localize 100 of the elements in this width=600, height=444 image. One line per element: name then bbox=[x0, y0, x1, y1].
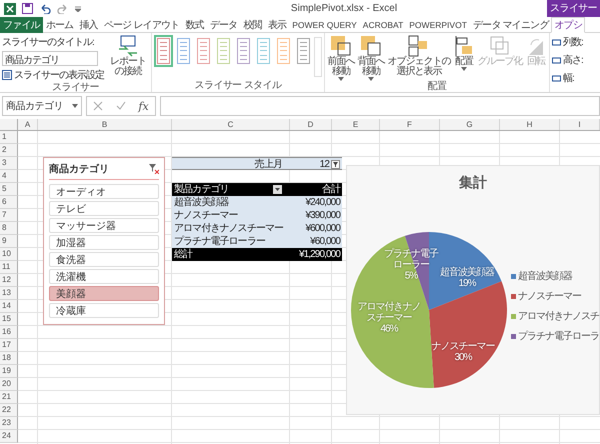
filter-value[interactable]: 12 bbox=[284, 158, 342, 171]
ribbon-tab[interactable]: ACROBAT bbox=[360, 17, 406, 33]
dropdown-icon[interactable] bbox=[273, 185, 282, 194]
row-header[interactable]: 4 bbox=[0, 170, 18, 183]
ribbon-tab[interactable]: ホーム bbox=[42, 17, 76, 33]
arrange-button[interactable]: 背面へ移動 bbox=[357, 35, 385, 81]
data-label: 超音波美顔器 19% bbox=[439, 267, 496, 289]
save-icon[interactable] bbox=[22, 3, 33, 14]
ribbon-tab[interactable]: ファイル bbox=[0, 17, 43, 33]
caret-icon bbox=[368, 77, 374, 81]
column-header[interactable]: F bbox=[380, 119, 440, 130]
slicer-item[interactable]: 美顔器 bbox=[49, 286, 159, 301]
caption-label: スライサーのタイトル: bbox=[2, 36, 95, 49]
row-header[interactable]: 17 bbox=[0, 339, 18, 352]
legend-label: 超音波美顔器 bbox=[518, 270, 572, 283]
column-header[interactable]: G bbox=[440, 119, 500, 130]
row-header[interactable]: 1 bbox=[0, 131, 18, 144]
row-header[interactable]: 24 bbox=[0, 430, 18, 443]
ribbon-tab[interactable]: 表示 bbox=[264, 17, 290, 33]
slicer-style-swatch[interactable] bbox=[174, 35, 193, 67]
window-title: SimplePivot.xlsx - Excel bbox=[290, 3, 398, 14]
row-header[interactable]: 18 bbox=[0, 352, 18, 365]
filter-icon[interactable] bbox=[331, 160, 340, 169]
row-header[interactable]: 6 bbox=[0, 196, 18, 209]
slicer-settings-button[interactable]: スライサーの表示設定 bbox=[14, 68, 104, 82]
column-header[interactable]: C bbox=[172, 119, 290, 130]
slicer-style-swatch[interactable] bbox=[194, 35, 213, 67]
row-header[interactable]: 21 bbox=[0, 391, 18, 404]
slicer-style-swatch[interactable] bbox=[274, 35, 293, 67]
row-header[interactable]: 10 bbox=[0, 248, 18, 261]
ribbon-tab[interactable]: データ bbox=[206, 17, 240, 33]
table-cell-text: ¥600,000 bbox=[304, 222, 342, 235]
size-label: 高さ: bbox=[563, 54, 583, 67]
slicer-item[interactable]: オーディオ bbox=[49, 184, 159, 199]
legend-label: ナノスチーマー bbox=[518, 290, 581, 303]
group-label: スライサー スタイル bbox=[194, 80, 283, 92]
row-header[interactable]: 8 bbox=[0, 222, 18, 235]
row-header[interactable]: 16 bbox=[0, 326, 18, 339]
slicer-style-swatch[interactable] bbox=[294, 35, 313, 67]
row-header[interactable]: 7 bbox=[0, 209, 18, 222]
row-header[interactable]: 15 bbox=[0, 313, 18, 326]
ribbon-tab[interactable]: POWER QUERY bbox=[289, 17, 360, 33]
row-header[interactable]: 19 bbox=[0, 365, 18, 378]
column-header[interactable]: D bbox=[290, 119, 332, 130]
undo-icon[interactable] bbox=[39, 4, 51, 14]
slicer-item[interactable]: マッサージ器 bbox=[49, 218, 159, 233]
slicer-item[interactable]: 加湿器 bbox=[49, 235, 159, 250]
cancel-icon[interactable] bbox=[93, 101, 104, 111]
column-header[interactable]: A bbox=[18, 119, 38, 130]
row-header[interactable]: 3 bbox=[0, 157, 18, 170]
column-header[interactable]: I bbox=[560, 119, 600, 130]
ribbon-tab[interactable]: 数式 bbox=[182, 17, 207, 33]
redo-icon[interactable] bbox=[57, 4, 69, 14]
settings-icon bbox=[2, 70, 12, 80]
row-header[interactable]: 14 bbox=[0, 300, 18, 313]
insert-function-button[interactable]: fx bbox=[138, 100, 149, 112]
legend-label: プラチナ電子ローラ bbox=[518, 330, 599, 343]
slicer-style-swatch[interactable] bbox=[234, 35, 253, 67]
row-header[interactable]: 5 bbox=[0, 183, 18, 196]
arrange-button[interactable]: 配置 bbox=[453, 35, 475, 71]
caption-field[interactable]: 商品カテゴリ bbox=[2, 51, 98, 66]
ribbon-tab[interactable]: POWERPIVOT bbox=[406, 17, 470, 33]
column-header[interactable]: H bbox=[500, 119, 560, 130]
row-header[interactable]: 22 bbox=[0, 404, 18, 417]
gallery-scrollbar[interactable] bbox=[314, 37, 322, 77]
column-header[interactable]: E bbox=[332, 119, 380, 130]
row-header[interactable]: 20 bbox=[0, 378, 18, 391]
row-header[interactable]: 2 bbox=[0, 144, 18, 157]
ribbon-tab[interactable]: ページ レイアウト bbox=[100, 17, 182, 33]
slicer-style-swatch[interactable] bbox=[154, 35, 173, 67]
table-cell-text: ¥240,000 bbox=[304, 196, 342, 209]
clear-filter-icon[interactable] bbox=[149, 164, 159, 174]
row-header[interactable]: 13 bbox=[0, 287, 18, 300]
ribbon-tab[interactable]: 挿入 bbox=[76, 17, 101, 33]
row-header[interactable]: 9 bbox=[0, 235, 18, 248]
slicer-item[interactable]: 冷蔵庫 bbox=[49, 303, 159, 318]
report-connections-button[interactable]: レポートの接続 bbox=[107, 35, 149, 77]
row-header[interactable]: 23 bbox=[0, 417, 18, 430]
table-cell-text: ¥390,000 bbox=[304, 209, 342, 222]
row-header[interactable]: 11 bbox=[0, 261, 18, 274]
slicer-style-swatch[interactable] bbox=[214, 35, 233, 67]
selection-pane-icon bbox=[408, 35, 430, 57]
slicer-item[interactable]: 洗濯機 bbox=[49, 269, 159, 284]
formula-input[interactable] bbox=[160, 96, 600, 116]
customize-toolbar-icon[interactable] bbox=[75, 6, 81, 12]
data-label: ナノスチーマー 30% bbox=[430, 341, 496, 363]
row-header[interactable]: 12 bbox=[0, 274, 18, 287]
check-icon[interactable] bbox=[116, 101, 126, 111]
chart-title: 集計 bbox=[459, 174, 487, 192]
slicer-style-swatch[interactable] bbox=[254, 35, 273, 67]
name-box[interactable]: 商品カテゴリ bbox=[2, 96, 82, 116]
slicer-item[interactable]: 食洗器 bbox=[49, 252, 159, 267]
caret-icon bbox=[338, 77, 344, 81]
ribbon-tab[interactable]: 校閲 bbox=[240, 17, 265, 33]
ribbon-tab[interactable]: オプシ bbox=[551, 17, 586, 33]
arrange-button[interactable]: 前面へ移動 bbox=[327, 35, 355, 81]
column-header[interactable]: B bbox=[38, 119, 172, 130]
arrange-button[interactable]: オブジェクトの選択と表示 bbox=[387, 35, 451, 77]
slicer-item[interactable]: テレビ bbox=[49, 201, 159, 216]
ribbon-tab[interactable]: データ マイニング bbox=[470, 17, 552, 33]
